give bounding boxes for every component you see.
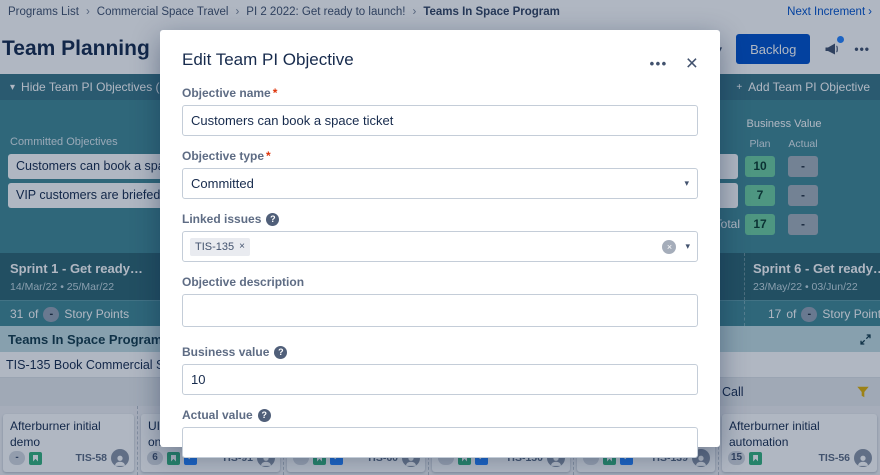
required-marker: * — [272, 86, 278, 100]
linked-issues-field: Linked issues ? TIS-135 × × ▾ — [182, 212, 698, 262]
help-icon[interactable]: ? — [257, 408, 271, 422]
actual-value-field: Actual value ? — [182, 408, 698, 458]
business-value-label: Business value ? — [182, 345, 698, 359]
business-value-field: Business value ? — [182, 345, 698, 395]
chevron-down-icon: ▾ — [685, 241, 690, 251]
field-label-text: Objective name — [182, 86, 271, 100]
actual-value-label: Actual value ? — [182, 408, 698, 422]
linked-issues-label: Linked issues ? — [182, 212, 698, 226]
field-label-text: Actual value — [182, 408, 253, 422]
objective-type-field: Objective type * Committed ▾ — [182, 149, 698, 199]
field-label-text: Business value — [182, 345, 270, 359]
objective-type-label: Objective type * — [182, 149, 698, 163]
objective-name-field: Objective name * — [182, 86, 698, 136]
chevron-down-icon: ▾ — [684, 178, 689, 188]
modal-header: Edit Team PI Objective ••• × — [160, 30, 720, 76]
actual-value-input[interactable] — [182, 427, 698, 458]
business-value-input[interactable] — [182, 364, 698, 395]
objective-description-label: Objective description — [182, 275, 698, 289]
field-label-text: Objective type — [182, 149, 265, 163]
modal-actions: ••• × — [650, 50, 698, 74]
linked-issues-controls: × ▾ — [662, 239, 690, 254]
issue-tag: TIS-135 × — [190, 237, 250, 256]
issue-tag-label: TIS-135 — [195, 240, 235, 253]
field-label-text: Objective description — [182, 275, 305, 289]
objective-type-select[interactable]: Committed ▾ — [182, 168, 698, 199]
modal-title: Edit Team PI Objective — [182, 50, 354, 69]
help-icon[interactable]: ? — [274, 345, 288, 359]
selected-option: Committed — [191, 176, 254, 191]
help-icon[interactable]: ? — [266, 212, 280, 226]
objective-name-label: Objective name * — [182, 86, 698, 100]
modal-body: Objective name * Objective type * Commit… — [160, 76, 720, 458]
objective-description-field: Objective description — [182, 275, 698, 332]
remove-tag-icon[interactable]: × — [239, 241, 245, 252]
objective-name-input[interactable] — [182, 105, 698, 136]
modal-more-button[interactable]: ••• — [650, 56, 668, 71]
edit-objective-modal: Edit Team PI Objective ••• × Objective n… — [160, 30, 720, 458]
close-icon[interactable]: × — [686, 53, 698, 74]
field-label-text: Linked issues — [182, 212, 262, 226]
clear-all-icon[interactable]: × — [662, 239, 677, 254]
objective-description-input[interactable] — [182, 294, 698, 327]
required-marker: * — [266, 149, 271, 163]
linked-issues-select[interactable]: TIS-135 × × ▾ — [182, 231, 698, 262]
team-planning-screen: Programs List › Commercial Space Travel … — [0, 0, 880, 475]
